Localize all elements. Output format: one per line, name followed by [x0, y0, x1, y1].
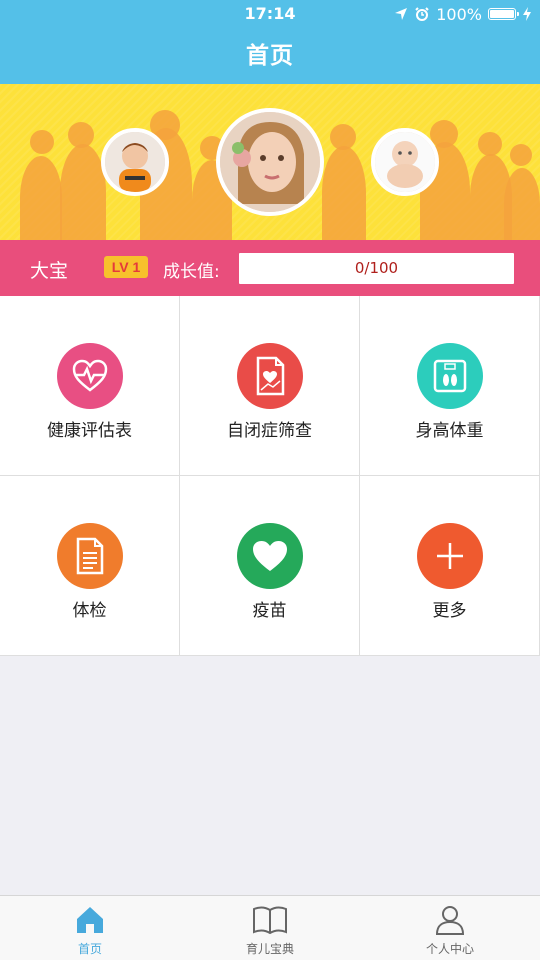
tab-parenting-guide[interactable]: 育儿宝典 [180, 896, 360, 960]
status-bar: 17:14 100% [0, 0, 540, 28]
tab-personal-center[interactable]: 个人中心 [360, 896, 540, 960]
document-icon [57, 523, 123, 589]
page-title: 首页 [246, 43, 294, 69]
heart-pulse-icon [57, 343, 123, 409]
location-arrow-icon [395, 8, 408, 20]
feature-vaccine[interactable]: 疫苗 [180, 476, 360, 656]
feature-more[interactable]: 更多 [360, 476, 540, 656]
home-icon [77, 907, 103, 933]
plus-icon [417, 523, 483, 589]
feature-label: 自闭症筛查 [227, 421, 312, 441]
book-icon [253, 906, 287, 935]
tab-home[interactable]: 首页 [0, 896, 180, 960]
feature-label: 更多 [432, 601, 467, 621]
growth-progress-bar: 0/100 [239, 253, 514, 284]
alarm-clock-icon [415, 7, 429, 21]
user-icon [435, 906, 465, 935]
status-right: 100% [394, 4, 532, 24]
feature-grid: 健康评估表 自闭症筛查 身高体重 体检 疫苗 更多 [0, 296, 540, 656]
tab-bar: 首页 育儿宝典 个人中心 [0, 895, 540, 960]
tab-label: 育儿宝典 [245, 942, 294, 956]
child-avatar-left[interactable] [101, 128, 169, 196]
top-bar: 17:14 100% 首页 [0, 0, 540, 84]
heart-icon [237, 523, 303, 589]
charging-bolt-icon [523, 7, 531, 21]
battery-percent: 100% [436, 4, 482, 24]
feature-label: 健康评估表 [47, 421, 132, 441]
child-name[interactable]: 大宝 [30, 256, 68, 283]
battery-icon [488, 8, 519, 20]
profile-strip: 大宝 LV 1 成长值: 0/100 [0, 240, 540, 296]
level-badge: LV 1 [104, 256, 148, 278]
child-avatar-center[interactable] [216, 108, 324, 216]
child-avatar-right[interactable] [371, 128, 439, 196]
tab-label: 个人中心 [425, 942, 474, 956]
growth-label: 成长值: [163, 262, 220, 282]
feature-label: 身高体重 [415, 421, 484, 441]
scale-icon [417, 343, 483, 409]
growth-value: 0/100 [354, 259, 399, 277]
banner [0, 84, 540, 240]
feature-height-weight[interactable]: 身高体重 [360, 296, 540, 476]
feature-label: 疫苗 [252, 601, 287, 621]
feature-health-assessment[interactable]: 健康评估表 [0, 296, 180, 476]
feature-label: 体检 [72, 601, 107, 621]
document-heart-icon [237, 343, 303, 409]
feature-checkup[interactable]: 体检 [0, 476, 180, 656]
tab-label: 首页 [77, 942, 102, 956]
feature-autism-screening[interactable]: 自闭症筛查 [180, 296, 360, 476]
